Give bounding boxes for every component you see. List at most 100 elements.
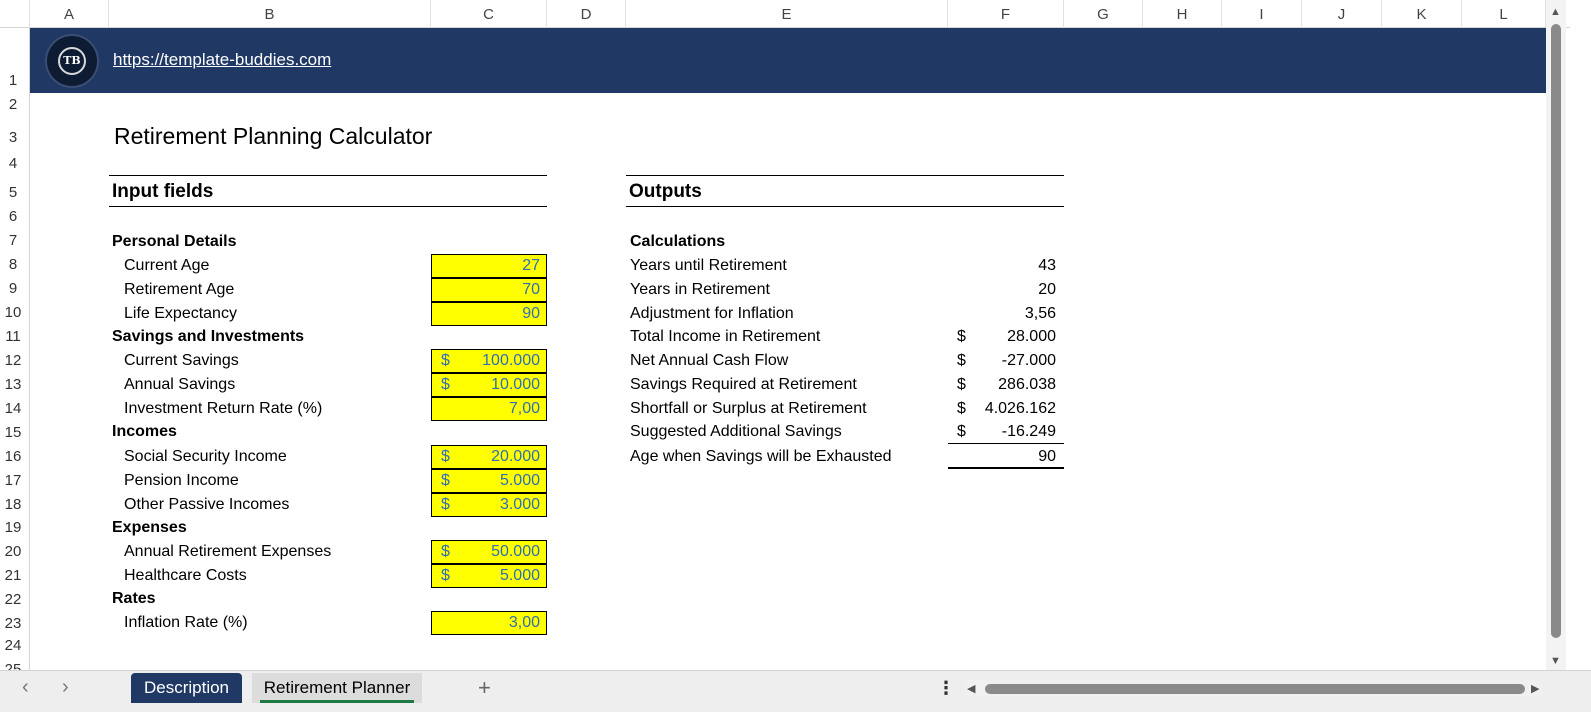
inflation-rate-input[interactable]: 3,00 <box>431 611 547 635</box>
row-header[interactable]: 25 <box>0 661 26 670</box>
column-header-bar: A B C D E F G H I J K L <box>0 0 1570 28</box>
row-header[interactable]: 18 <box>0 496 26 513</box>
savings-required-value: 286.038 <box>998 376 1056 393</box>
row-header[interactable]: 17 <box>0 472 26 489</box>
page-title: Retirement Planning Calculator <box>114 123 433 149</box>
retirement-age-label: Retirement Age <box>124 281 235 298</box>
column-header-g[interactable]: G <box>1064 0 1143 28</box>
current-age-input[interactable]: 27 <box>431 254 547 278</box>
input-fields-header: Input fields <box>109 175 547 207</box>
pension-income-input[interactable]: $5.000 <box>431 469 547 493</box>
savings-exhausted-value: 90 <box>1038 448 1056 465</box>
row-header[interactable]: 11 <box>0 328 26 345</box>
logo-monogram: TB <box>58 47 86 75</box>
row-header[interactable]: 21 <box>0 567 26 584</box>
inflation-rate-label: Inflation Rate (%) <box>124 614 248 631</box>
vertical-scroll-thumb[interactable] <box>1551 24 1561 638</box>
current-savings-label: Current Savings <box>124 352 239 369</box>
return-rate-label: Investment Return Rate (%) <box>124 400 323 417</box>
calculations-heading: Calculations <box>630 233 726 250</box>
tab-description[interactable]: Description <box>131 673 242 703</box>
healthcare-costs-label: Healthcare Costs <box>124 567 247 584</box>
annual-expenses-input[interactable]: $50.000 <box>431 540 547 564</box>
retirement-age-input[interactable]: 70 <box>431 278 547 302</box>
annual-expenses-label: Annual Retirement Expenses <box>124 543 332 560</box>
add-sheet-button[interactable]: + <box>478 675 491 701</box>
column-header-k[interactable]: K <box>1382 0 1462 28</box>
passive-income-input[interactable]: $3.000 <box>431 493 547 517</box>
row-header[interactable]: 23 <box>0 615 26 632</box>
rates-heading: Rates <box>112 590 156 607</box>
row-header[interactable]: 7 <box>0 232 26 249</box>
expenses-heading: Expenses <box>112 519 187 536</box>
row-header[interactable]: 15 <box>0 424 26 441</box>
scroll-down-icon[interactable]: ▼ <box>1550 655 1561 667</box>
website-link[interactable]: https://template-buddies.com <box>113 50 331 70</box>
tab-retirement-planner[interactable]: Retirement Planner <box>252 673 422 703</box>
column-header-l[interactable]: L <box>1462 0 1546 28</box>
personal-details-heading: Personal Details <box>112 233 237 250</box>
passive-income-label: Other Passive Incomes <box>124 496 290 513</box>
shortfall-surplus-label: Shortfall or Surplus at Retirement <box>630 400 867 417</box>
row-header[interactable]: 10 <box>0 304 26 321</box>
column-header-j[interactable]: J <box>1302 0 1382 28</box>
row-header[interactable]: 20 <box>0 543 26 560</box>
row-header[interactable]: 22 <box>0 591 26 608</box>
savings-required-label: Savings Required at Retirement <box>630 376 857 393</box>
life-expectancy-label: Life Expectancy <box>124 305 237 322</box>
life-expectancy-input[interactable]: 90 <box>431 302 547 326</box>
divider <box>948 467 1064 469</box>
annual-savings-input[interactable]: $10.000 <box>431 373 547 397</box>
row-header[interactable]: 5 <box>0 184 26 201</box>
current-age-label: Current Age <box>124 257 210 274</box>
row-header[interactable]: 4 <box>0 155 26 172</box>
years-until-retirement-label: Years until Retirement <box>630 257 787 274</box>
net-cash-flow-label: Net Annual Cash Flow <box>630 352 789 369</box>
more-options-icon[interactable]: ⋮ <box>937 678 955 699</box>
template-buddies-logo: TB <box>45 34 99 88</box>
row-header-bar: 1 2 3 4 5 6 7 8 9 10 11 12 13 14 15 16 1… <box>0 28 30 670</box>
years-in-retirement-label: Years in Retirement <box>630 281 770 298</box>
row-header[interactable]: 2 <box>0 96 26 113</box>
incomes-heading: Incomes <box>112 423 177 440</box>
total-income-label: Total Income in Retirement <box>630 328 821 345</box>
row-header[interactable]: 16 <box>0 448 26 465</box>
healthcare-costs-input[interactable]: $5.000 <box>431 564 547 588</box>
return-rate-input[interactable]: 7,00 <box>431 397 547 421</box>
row-header[interactable]: 8 <box>0 256 26 273</box>
annual-savings-label: Annual Savings <box>124 376 236 393</box>
pension-income-label: Pension Income <box>124 472 239 489</box>
column-header-i[interactable]: I <box>1222 0 1302 28</box>
net-cash-flow-value: -27.000 <box>1001 352 1056 369</box>
row-header[interactable]: 9 <box>0 280 26 297</box>
scroll-left-icon[interactable]: ◀ <box>967 682 975 695</box>
row-header[interactable]: 13 <box>0 376 26 393</box>
row-header[interactable]: 14 <box>0 400 26 417</box>
shortfall-surplus-value: 4.026.162 <box>984 400 1056 417</box>
column-header-h[interactable]: H <box>1143 0 1222 28</box>
row-header[interactable]: 3 <box>0 129 26 146</box>
row-header[interactable]: 1 <box>0 72 26 89</box>
suggested-savings-label: Suggested Additional Savings <box>630 423 842 440</box>
savings-investments-heading: Savings and Investments <box>112 328 305 345</box>
scroll-up-icon[interactable]: ▲ <box>1550 6 1561 18</box>
row-header[interactable]: 6 <box>0 208 26 225</box>
chevron-right-icon[interactable]: › <box>62 676 69 699</box>
divider <box>948 443 1064 444</box>
column-header-e[interactable]: E <box>626 0 948 28</box>
column-header-b[interactable]: B <box>109 0 431 28</box>
chevron-left-icon[interactable]: ‹ <box>22 676 29 699</box>
scroll-right-icon[interactable]: ▶ <box>1531 682 1539 695</box>
column-header-f[interactable]: F <box>948 0 1064 28</box>
column-header-d[interactable]: D <box>547 0 626 28</box>
social-security-input[interactable]: $20.000 <box>431 445 547 469</box>
current-savings-input[interactable]: $100.000 <box>431 349 547 373</box>
social-security-label: Social Security Income <box>124 448 287 465</box>
row-header[interactable]: 12 <box>0 352 26 369</box>
column-header-a[interactable]: A <box>30 0 109 28</box>
column-header-c[interactable]: C <box>431 0 547 28</box>
row-header[interactable]: 19 <box>0 519 26 536</box>
select-all-corner[interactable] <box>0 0 30 28</box>
horizontal-scroll-thumb[interactable] <box>985 684 1525 694</box>
row-header[interactable]: 24 <box>0 637 26 654</box>
